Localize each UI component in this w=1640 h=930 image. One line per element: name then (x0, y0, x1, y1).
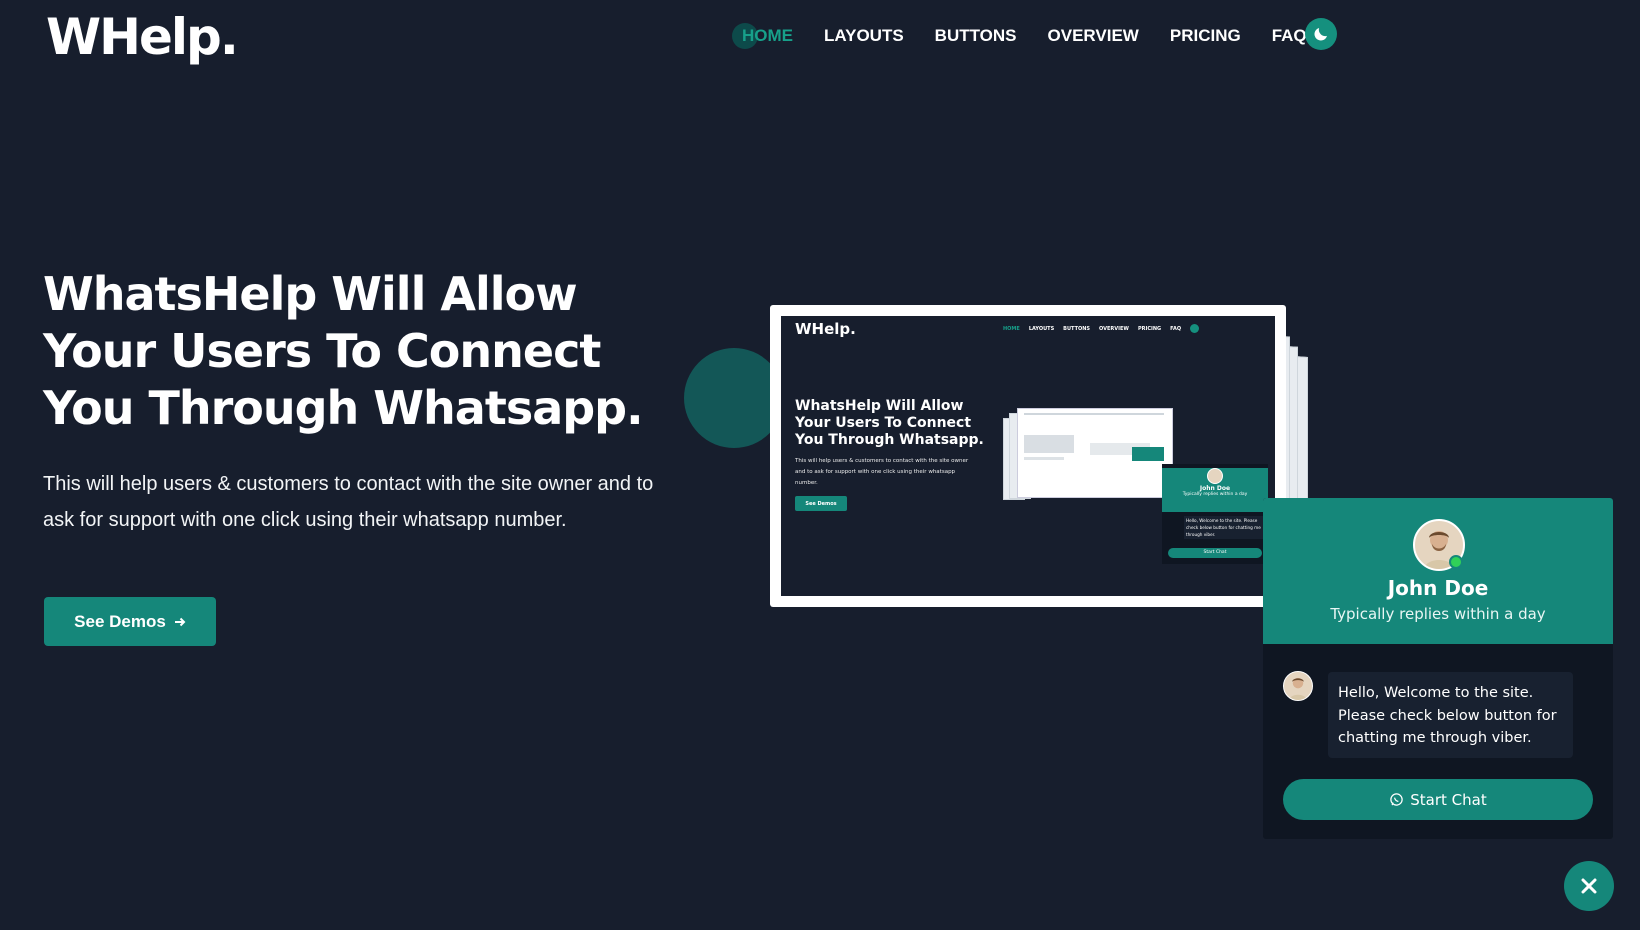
arrow-right-icon (174, 617, 186, 626)
see-demos-label: See Demos (74, 611, 166, 631)
preview-cta: See Demos (795, 496, 847, 511)
site-logo[interactable]: WHelp. (46, 8, 239, 66)
preview-nav: HOME LAYOUTS BUTTONS OVERVIEW PRICING FA… (1003, 324, 1200, 333)
hero-description: This will help users & customers to cont… (43, 473, 654, 531)
preview-chat-head: John Doe Typically replies within a day (1162, 468, 1268, 512)
nav-overview[interactable]: OVERVIEW (1048, 26, 1139, 46)
preview-nav-item: LAYOUTS (1028, 326, 1055, 332)
online-status-dot (1449, 555, 1463, 569)
preview-chat-name: John Doe (1199, 485, 1231, 492)
whatsapp-icon (1390, 793, 1404, 806)
decorative-circle (684, 348, 784, 448)
message-avatar (1283, 671, 1313, 701)
nav-pricing[interactable]: PRICING (1170, 26, 1241, 46)
chat-header: John Doe Typically replies within a day (1263, 498, 1613, 644)
agent-name: John Doe (1387, 576, 1489, 600)
preview-nav-item: PRICING (1137, 326, 1162, 332)
welcome-message: Hello, Welcome to the site. Please check… (1328, 672, 1573, 758)
preview-nav-item: HOME (1003, 326, 1020, 332)
close-icon (1581, 878, 1597, 894)
preview-screen: WHelp. HOME LAYOUTS BUTTONS OVERVIEW PRI… (781, 316, 1275, 596)
preview-chat-popup: John Doe Typically replies within a day … (1162, 464, 1268, 564)
start-chat-button[interactable]: Start Chat (1283, 779, 1593, 820)
preview-title: WhatsHelp Will Allow Your Users To Conne… (795, 398, 984, 448)
nav-layouts[interactable]: LAYOUTS (824, 26, 904, 46)
agent-status: Typically replies within a day (1330, 605, 1546, 623)
preview-chat-message: Hello, Welcome to the site. Please check… (1184, 516, 1266, 539)
see-demos-button[interactable]: See Demos (44, 597, 216, 646)
preview-nested-screenshot (1017, 408, 1173, 498)
close-chat-button[interactable] (1564, 861, 1614, 911)
preview-nav-item: OVERVIEW (1099, 326, 1129, 332)
hero-title: WhatsHelp Will Allow Your Users To Conne… (43, 267, 644, 435)
preview-chat-button: Start Chat (1168, 548, 1262, 558)
preview-text: This will help users & customers to cont… (795, 458, 969, 486)
preview-moon-icon (1190, 324, 1200, 333)
preview-logo: WHelp. (795, 320, 856, 338)
preview-avatar (1207, 468, 1223, 484)
nav-home[interactable]: HOME (732, 23, 793, 49)
preview-chat-status: Typically replies within a day (1182, 492, 1248, 497)
preview-nav-item: BUTTONS (1063, 326, 1091, 332)
preview-screenshot: WHelp. HOME LAYOUTS BUTTONS OVERVIEW PRI… (770, 305, 1286, 607)
start-chat-label: Start Chat (1410, 790, 1487, 809)
nav-buttons[interactable]: BUTTONS (935, 26, 1017, 46)
main-nav: HOME LAYOUTS BUTTONS OVERVIEW PRICING FA… (732, 23, 1338, 49)
preview-nav-item: FAQ (1170, 326, 1182, 332)
moon-icon (1314, 28, 1327, 41)
nav-faq[interactable]: FAQ (1272, 26, 1307, 46)
chat-widget: John Doe Typically replies within a day … (1263, 498, 1613, 839)
theme-toggle-button[interactable] (1305, 18, 1337, 50)
